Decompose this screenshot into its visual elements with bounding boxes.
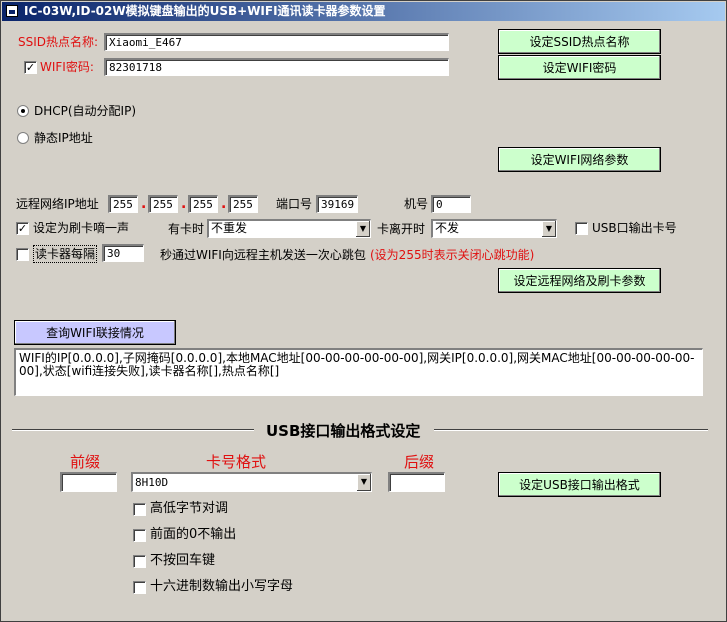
divider <box>434 429 708 431</box>
usb-output-checkbox[interactable] <box>575 222 588 235</box>
wifi-password-checkbox[interactable]: ✓ <box>24 61 37 74</box>
chevron-down-icon[interactable]: ▼ <box>541 221 556 237</box>
check-mark-icon: ✓ <box>25 61 36 74</box>
set-remote-network-button[interactable]: 设定远程网络及刷卡参数 <box>498 268 661 293</box>
prefix-label: 前缀 <box>70 453 101 471</box>
card-leave-label: 卡离开时 <box>377 222 426 236</box>
has-card-value: 不重发 <box>211 221 248 235</box>
static-ip-label: 静态IP地址 <box>34 131 93 145</box>
divider <box>12 429 254 431</box>
card-format-value: 8H10D <box>135 476 169 489</box>
card-format-select[interactable]: 8H10D ▼ <box>131 472 372 492</box>
wifi-password-label: WIFI密码: <box>40 60 94 74</box>
has-card-select[interactable]: 不重发 ▼ <box>207 219 371 238</box>
ip-dot: . <box>221 196 227 212</box>
query-wifi-button[interactable]: 查询WIFI联接情况 <box>14 320 176 345</box>
app-icon <box>6 5 18 17</box>
app-window: IC-03W,ID-02W模拟键盘输出的USB+WIFI通讯读卡器参数设置 <box>0 0 727 622</box>
no-leading-zero-checkbox[interactable] <box>133 529 146 542</box>
remote-ip-octet-3[interactable]: 255 <box>188 195 218 213</box>
remote-ip-octet-2[interactable]: 255 <box>148 195 178 213</box>
no-leading-zero-label: 前面的0不输出 <box>150 527 237 542</box>
no-enter-label: 不按回车键 <box>150 553 216 568</box>
remote-ip-label: 远程网络IP地址 <box>16 197 99 211</box>
port-label: 端口号 <box>276 197 313 211</box>
set-wifi-password-button[interactable]: 设定WIFI密码 <box>498 55 661 80</box>
usb-output-label: USB口输出卡号 <box>592 221 677 235</box>
heartbeat-text: 秒通过WIFI向远程主机发送一次心跳包 <box>160 248 366 262</box>
suffix-label: 后缀 <box>404 453 435 471</box>
card-leave-select[interactable]: 不发 ▼ <box>431 219 557 238</box>
has-card-label: 有卡时 <box>168 222 205 236</box>
ip-dot: . <box>181 196 187 212</box>
set-wifi-network-button[interactable]: 设定WIFI网络参数 <box>498 147 661 172</box>
ip-dot: . <box>141 196 147 212</box>
set-ssid-button[interactable]: 设定SSID热点名称 <box>498 29 661 54</box>
heartbeat-interval-input[interactable]: 30 <box>102 244 144 262</box>
wifi-status-log[interactable]: WIFI的IP[0.0.0.0],子网掩码[0.0.0.0],本地MAC地址[0… <box>14 348 703 396</box>
beep-label: 设定为刷卡嘀一声 <box>33 221 130 235</box>
swap-bytes-checkbox[interactable] <box>133 503 146 516</box>
heartbeat-note: (设为255时表示关闭心跳功能) <box>370 248 535 262</box>
dhcp-radio[interactable] <box>17 105 29 117</box>
card-leave-value: 不发 <box>435 221 460 235</box>
wifi-password-input[interactable]: 82301718 <box>104 58 449 76</box>
heartbeat-checkbox[interactable] <box>16 248 29 261</box>
no-enter-checkbox[interactable] <box>133 555 146 568</box>
dhcp-label: DHCP(自动分配IP) <box>34 104 137 118</box>
set-usb-format-button[interactable]: 设定USB接口输出格式 <box>498 472 661 497</box>
static-ip-radio[interactable] <box>17 132 29 144</box>
machine-number-input[interactable]: 0 <box>431 195 471 213</box>
window-title: IC-03W,ID-02W模拟键盘输出的USB+WIFI通讯读卡器参数设置 <box>24 4 386 18</box>
prefix-input[interactable] <box>60 472 117 492</box>
remote-ip-octet-4[interactable]: 255 <box>228 195 258 213</box>
title-bar: IC-03W,ID-02W模拟键盘输出的USB+WIFI通讯读卡器参数设置 <box>2 2 725 21</box>
beep-checkbox[interactable]: ✓ <box>16 222 29 235</box>
chevron-down-icon[interactable]: ▼ <box>356 474 371 491</box>
swap-bytes-label: 高低字节对调 <box>150 501 229 516</box>
heartbeat-label: 读卡器每隔 <box>33 245 98 263</box>
machine-number-label: 机号 <box>404 197 429 211</box>
lowercase-hex-checkbox[interactable] <box>133 581 146 594</box>
card-format-label: 卡号格式 <box>206 453 267 471</box>
suffix-input[interactable] <box>388 472 445 492</box>
ssid-label: SSID热点名称: <box>18 35 99 49</box>
ssid-input[interactable]: Xiaomi_E467 <box>104 33 449 51</box>
usb-section-heading: USB接口输出格式设定 <box>266 422 421 440</box>
remote-ip-octet-1[interactable]: 255 <box>108 195 138 213</box>
lowercase-hex-label: 十六进制数输出小写字母 <box>150 579 294 594</box>
chevron-down-icon[interactable]: ▼ <box>355 221 370 237</box>
port-input[interactable]: 39169 <box>316 195 358 213</box>
check-mark-icon: ✓ <box>17 222 28 235</box>
